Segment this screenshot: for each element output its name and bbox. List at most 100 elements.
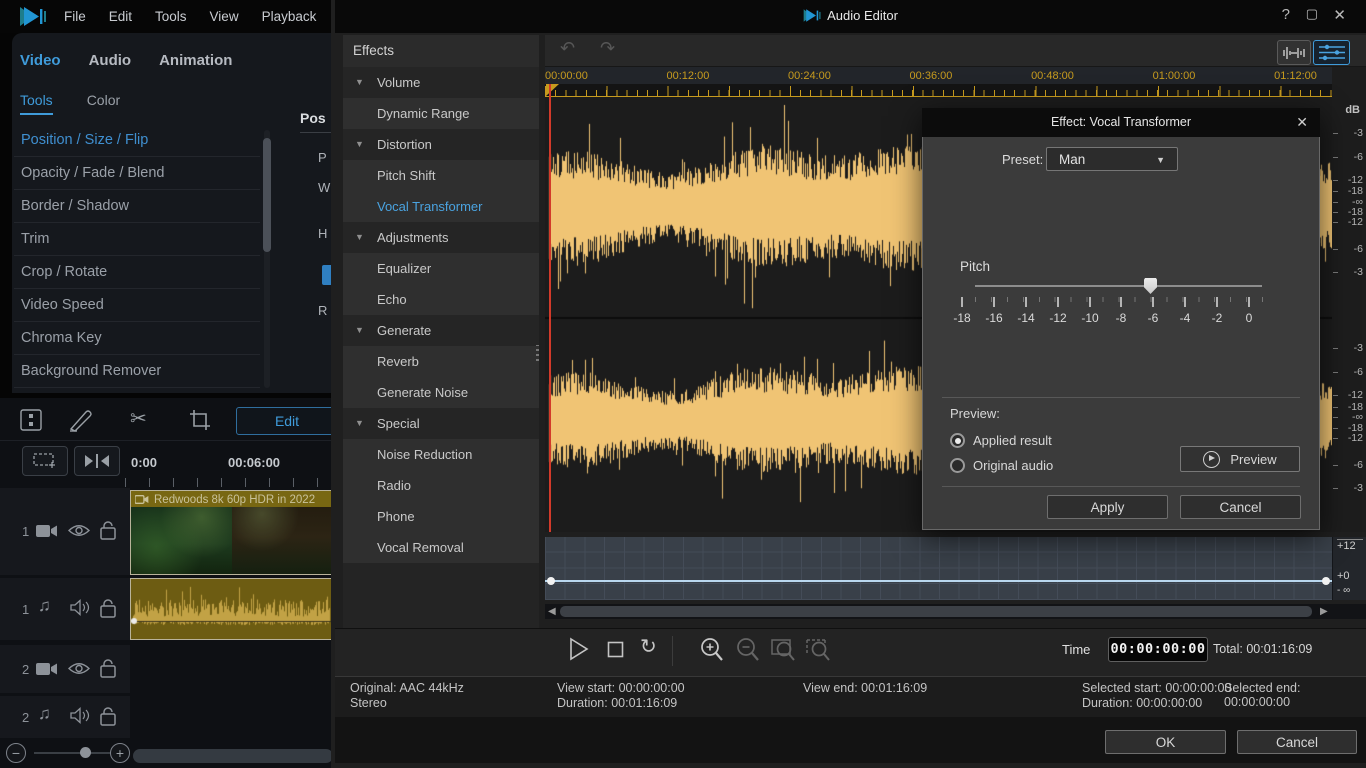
scroll-left-arrow[interactable]: ◀ — [548, 606, 556, 617]
effects-list-item[interactable]: ▼ Vocal Removal — [343, 532, 539, 563]
stop-button[interactable] — [607, 641, 624, 658]
speaker-icon[interactable] — [70, 707, 90, 724]
timeline-clip-thumbnails[interactable] — [130, 507, 333, 575]
play-button[interactable] — [568, 637, 590, 661]
undo-icon[interactable]: ↶ — [560, 38, 575, 59]
help-button[interactable]: ? — [1282, 6, 1290, 23]
panel-subtab[interactable]: Tools — [20, 92, 53, 115]
effects-list-item[interactable]: ▼ Noise Reduction — [343, 439, 539, 470]
radio-icon[interactable] — [950, 433, 965, 448]
playhead-line[interactable] — [549, 84, 551, 532]
tool-list-item[interactable]: Background Remover — [14, 355, 260, 388]
waveform-view-button[interactable] — [1277, 40, 1311, 65]
envelope-keyframe-dot[interactable] — [1322, 577, 1330, 585]
effects-list-item[interactable]: ▼ Special — [343, 408, 539, 439]
pitch-slider-track[interactable] — [975, 285, 1262, 287]
effects-list-item[interactable]: ▼ Vocal Transformer — [343, 191, 539, 222]
lock-icon[interactable] — [100, 521, 116, 540]
tool-list-item[interactable]: Trim — [14, 223, 260, 256]
scissors-icon[interactable]: ✂ — [130, 406, 147, 431]
tool-list-scrollbar-thumb[interactable] — [263, 138, 271, 252]
timeline-clip-titlebar[interactable]: Redwoods 8k 60p HDR in 2022 — [130, 490, 333, 508]
effects-list-item[interactable]: ▼ Dynamic Range Compression — [343, 98, 539, 129]
tool-list-item[interactable]: Position / Size / Flip — [14, 124, 260, 157]
dialog-cancel-button[interactable]: Cancel — [1180, 495, 1301, 519]
volume-envelope-strip[interactable] — [545, 537, 1332, 600]
effects-scrollbar-thumb[interactable] — [536, 345, 539, 361]
effects-list-item[interactable]: ▼ Echo — [343, 284, 539, 315]
zoom-to-selection-button[interactable] — [771, 637, 797, 662]
editor-ruler[interactable]: 00:00:0000:12:0000:24:0000:36:0000:48:00… — [545, 67, 1317, 84]
tool-list-item[interactable]: Video Speed — [14, 289, 260, 322]
timeline-zoom-out-button[interactable]: − — [6, 743, 26, 763]
tool-list-item[interactable]: Opacity / Fade / Blend — [14, 157, 260, 190]
menu-item[interactable]: File — [64, 9, 86, 24]
preset-dropdown[interactable]: Man ▼ — [1046, 147, 1178, 171]
time-display[interactable]: 00:00:00:00 — [1108, 637, 1208, 662]
panel-tab[interactable]: Video — [20, 52, 61, 69]
crop-icon[interactable] — [188, 408, 212, 432]
radio-applied-result[interactable]: Applied result — [950, 433, 1052, 448]
dialog-titlebar[interactable]: Effect: Vocal Transformer ✕ — [922, 108, 1320, 137]
panel-tab[interactable]: Animation — [159, 52, 232, 69]
tool-list-item[interactable]: Chroma Key — [14, 322, 260, 355]
panel-subtab[interactable]: Color — [87, 92, 120, 115]
tool-list-item[interactable]: Border / Shadow — [14, 190, 260, 223]
eye-icon[interactable] — [68, 661, 90, 676]
timeline-zoom-slider-track[interactable] — [34, 752, 112, 754]
effects-list-item[interactable]: ▼ Volume — [343, 67, 539, 98]
timeline-zoom-slider-handle[interactable] — [80, 747, 91, 758]
eye-icon[interactable] — [68, 523, 90, 538]
envelope-keyframe-dot[interactable] — [547, 577, 555, 585]
scroll-right-arrow[interactable]: ▶ — [1320, 606, 1328, 617]
effects-list-item[interactable]: ▼ Radio — [343, 470, 539, 501]
effects-list-item[interactable]: ▼ Reverb — [343, 346, 539, 377]
radio-original-audio[interactable]: Original audio — [950, 458, 1053, 473]
zoom-in-button[interactable] — [700, 637, 724, 662]
loop-playback-button[interactable]: ↻ — [640, 634, 657, 659]
zoom-fit-button[interactable] — [806, 637, 832, 662]
menu-item[interactable]: Tools — [155, 9, 187, 24]
app-logo-icon — [803, 9, 820, 22]
speaker-icon[interactable] — [70, 599, 90, 616]
editor-hscrollbar-thumb[interactable] — [560, 606, 1312, 617]
effects-list-item[interactable]: ▼ Equalizer — [343, 253, 539, 284]
ok-button[interactable]: OK — [1105, 730, 1226, 754]
menu-item[interactable]: Playback — [262, 9, 317, 24]
design-pen-icon[interactable] — [68, 408, 96, 432]
effects-list-item[interactable]: ▼ Adjustments — [343, 222, 539, 253]
redo-icon[interactable]: ↷ — [600, 38, 615, 59]
lock-icon[interactable] — [100, 707, 116, 726]
close-button[interactable]: ✕ — [1333, 6, 1346, 24]
edit-mode-button[interactable]: Edit — [236, 407, 338, 435]
lock-icon[interactable] — [100, 599, 116, 618]
effects-list-item[interactable]: ▼ Phone — [343, 501, 539, 532]
tool-list-item[interactable]: Crop / Rotate — [14, 256, 260, 289]
apply-button[interactable]: Apply — [1047, 495, 1168, 519]
timeline-audio-clip-waveform[interactable] — [130, 578, 333, 640]
preview-button[interactable]: Preview — [1180, 446, 1300, 472]
volume-envelope-line[interactable] — [545, 580, 1332, 582]
split-clip-button[interactable] — [74, 446, 120, 476]
editor-cancel-button[interactable]: Cancel — [1237, 730, 1357, 754]
radio-icon[interactable] — [950, 458, 965, 473]
timeline-zoom-in-button[interactable]: + — [110, 743, 130, 763]
add-range-button[interactable] — [22, 446, 68, 476]
timeline-hscrollbar[interactable] — [133, 749, 333, 763]
effects-list-item[interactable]: ▼ Generate Noise — [343, 377, 539, 408]
effects-list-item[interactable]: ▼ Pitch Shift — [343, 160, 539, 191]
lock-icon[interactable] — [100, 659, 116, 678]
dialog-close-icon[interactable]: ✕ — [1296, 114, 1308, 131]
effects-list-item[interactable]: ▼ Distortion — [343, 129, 539, 160]
menu-item[interactable]: View — [210, 9, 239, 24]
mixer-view-button[interactable] — [1313, 40, 1350, 65]
playhead-flag-marker[interactable] — [546, 84, 559, 96]
pitch-tick: -10 — [1076, 297, 1104, 325]
menu-item[interactable]: Edit — [109, 9, 132, 24]
audio-editor-titlebar[interactable]: Audio Editor ? ▢ ✕ — [335, 0, 1366, 33]
zoom-out-button[interactable] — [736, 637, 760, 662]
panel-tab[interactable]: Audio — [89, 52, 132, 69]
effects-list-item[interactable]: ▼ Generate — [343, 315, 539, 346]
maximize-button[interactable]: ▢ — [1306, 6, 1318, 22]
track-manager-icon[interactable] — [18, 407, 44, 433]
